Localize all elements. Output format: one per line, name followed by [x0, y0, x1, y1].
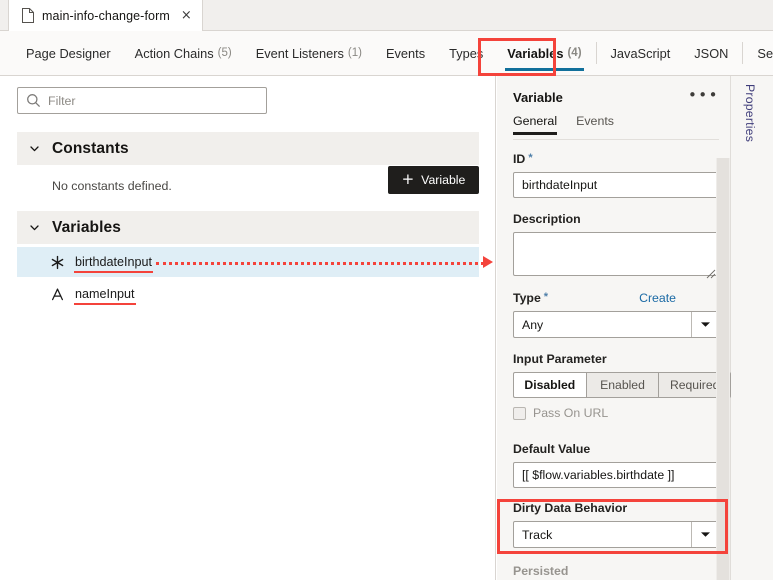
tab-settings[interactable]: Settings — [745, 31, 773, 76]
properties-tabs: General Events — [513, 114, 719, 140]
chevron-down-icon[interactable] — [691, 522, 718, 547]
default-value-input[interactable] — [513, 462, 719, 488]
string-type-icon — [49, 286, 66, 303]
type-field-label: Type * — [513, 291, 548, 305]
input-parameter-option-disabled[interactable]: Disabled — [513, 372, 586, 398]
tab-count: (5) — [217, 47, 232, 59]
chevron-down-icon — [28, 221, 41, 234]
tab-types[interactable]: Types — [437, 31, 495, 76]
document-icon — [22, 8, 34, 23]
add-variable-label: Variable — [421, 173, 466, 187]
list-item-variable-birthdateinput[interactable]: birthdateInput — [17, 247, 479, 277]
editor-nav-tabs: Page Designer Action Chains (5) Event Li… — [0, 31, 773, 76]
id-label-text: ID — [513, 152, 526, 166]
tab-javascript[interactable]: JavaScript — [599, 31, 683, 76]
properties-panel-header: Variable ••• — [513, 84, 719, 110]
filter-input[interactable] — [48, 93, 243, 108]
plus-icon: + — [401, 169, 415, 188]
input-parameter-button-group: Disabled Enabled Required — [513, 372, 732, 398]
tab-count: (1) — [347, 47, 362, 59]
type-select[interactable]: Any — [513, 311, 719, 338]
properties-scrollbar-thumb[interactable] — [717, 158, 729, 580]
tab-label: Event Listeners — [255, 45, 344, 61]
id-input[interactable] — [513, 172, 719, 198]
type-select-value: Any — [522, 317, 544, 332]
tab-variables[interactable]: Variables (4) — [495, 31, 593, 76]
search-icon — [26, 93, 41, 108]
section-header-constants[interactable]: Constants — [17, 132, 479, 165]
properties-panel: Variable ••• General Events ID* Descript… — [497, 76, 773, 580]
filter-row — [0, 76, 495, 126]
list-item-variable-nameinput[interactable]: nameInput — [17, 279, 479, 309]
tab-count: (4) — [567, 47, 582, 59]
tab-label: JavaScript — [610, 45, 671, 61]
nav-separator — [742, 42, 744, 64]
variable-name: birthdateInput — [73, 255, 154, 273]
tab-label: Action Chains — [134, 45, 214, 61]
input-parameter-label: Input Parameter — [513, 352, 607, 366]
type-label-text: Type — [513, 291, 541, 305]
document-tabstrip: main-info-change-form × — [0, 0, 773, 31]
tab-action-chains[interactable]: Action Chains (5) — [123, 31, 244, 76]
properties-panel-inner: Variable ••• General Events ID* Descript… — [497, 76, 732, 580]
section-title: Constants — [52, 139, 129, 157]
chevron-down-icon — [28, 142, 41, 155]
pass-on-url-label: Pass On URL — [533, 406, 609, 420]
properties-rail-label[interactable]: Properties — [743, 84, 757, 142]
any-type-icon — [49, 254, 66, 271]
dirty-data-behavior-value: Track — [522, 527, 553, 542]
section-title: Variables — [52, 218, 121, 236]
variables-list-panel: + Variable Constants No constants define… — [0, 76, 496, 580]
tab-label: Events — [385, 45, 426, 61]
create-type-link[interactable]: Create — [639, 291, 676, 305]
tab-events[interactable]: Events — [576, 114, 614, 135]
tab-page-designer[interactable]: Page Designer — [14, 31, 123, 76]
dirty-data-behavior-label: Dirty Data Behavior — [513, 501, 628, 515]
tab-label: General — [513, 114, 558, 128]
required-marker: * — [543, 291, 549, 303]
tab-label: Variables — [507, 45, 564, 61]
dirty-data-behavior-select[interactable]: Track — [513, 521, 719, 548]
default-value-label: Default Value — [513, 442, 591, 456]
id-field-label: ID * — [513, 152, 533, 166]
constants-empty-text: No constants defined. — [52, 179, 172, 193]
nav-separator — [595, 42, 597, 64]
tab-label: Types — [449, 45, 484, 61]
tab-label: Settings — [757, 45, 773, 61]
filter-input-wrapper[interactable] — [17, 87, 267, 114]
tab-label: Page Designer — [26, 45, 111, 61]
description-textarea[interactable] — [513, 232, 719, 276]
properties-scrollbar[interactable] — [716, 158, 730, 580]
pass-on-url-row[interactable]: Pass On URL — [513, 406, 608, 420]
close-icon[interactable]: × — [181, 9, 192, 22]
properties-rail: Properties — [731, 76, 773, 580]
tab-label: Events — [576, 114, 614, 128]
section-header-variables[interactable]: Variables — [17, 211, 479, 244]
more-options-icon[interactable]: ••• — [688, 87, 719, 103]
input-parameter-option-enabled[interactable]: Enabled — [585, 372, 659, 398]
document-tab-label: main-info-change-form — [42, 8, 170, 23]
add-variable-button[interactable]: + Variable — [388, 166, 479, 194]
tab-general[interactable]: General — [513, 114, 558, 135]
variable-name: nameInput — [74, 287, 136, 305]
description-field-label: Description — [513, 212, 581, 226]
tab-events[interactable]: Events — [374, 31, 437, 76]
tab-json[interactable]: JSON — [682, 31, 740, 76]
vb-variables-editor: main-info-change-form × Page Designer Ac… — [0, 0, 773, 580]
document-tab-main-info-change-form[interactable]: main-info-change-form × — [8, 0, 203, 31]
pass-on-url-checkbox[interactable] — [513, 406, 526, 420]
persisted-label: Persisted — [513, 564, 569, 578]
panel-title: Variable — [513, 89, 563, 105]
tab-event-listeners[interactable]: Event Listeners (1) — [244, 31, 374, 76]
chevron-down-icon[interactable] — [691, 312, 718, 337]
tab-label: JSON — [694, 45, 729, 61]
required-marker: * — [528, 152, 533, 164]
